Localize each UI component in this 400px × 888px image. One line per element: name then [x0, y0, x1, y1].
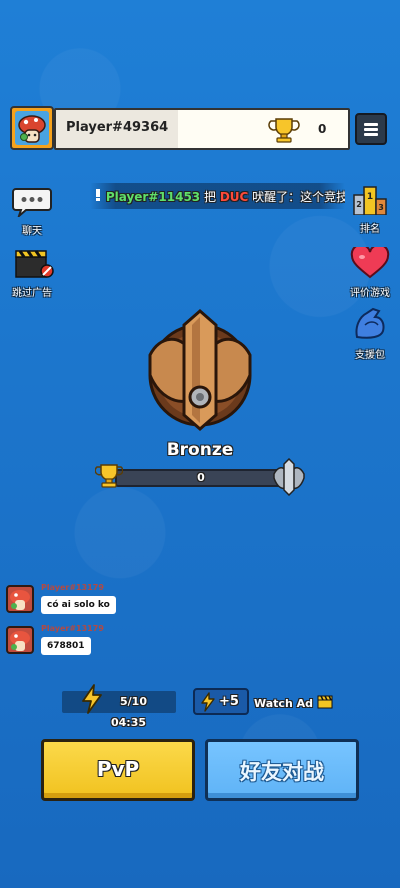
ticker-verb: 把 [203, 190, 216, 204]
chat-username: Player#13179 [41, 624, 104, 633]
chat-bubble-icon [12, 188, 52, 220]
player-header: Player#49364 0 [10, 106, 350, 152]
svg-text:1: 1 [367, 192, 373, 202]
rank-progress-value: 0 [197, 471, 205, 484]
chat-avatar[interactable] [6, 626, 34, 654]
mushroom-avatar-icon [10, 590, 30, 610]
ticker-text: Player#11453 把 DUC 吠醒了：这个竞技场 [94, 188, 345, 205]
ticker-message: 吠醒了：这个竞技场 [252, 190, 345, 204]
support-pack-label: 支援包 [355, 350, 385, 361]
svg-text:3: 3 [378, 203, 384, 212]
bronze-rank-emblem-icon [148, 309, 252, 431]
mushroom-avatar-icon [18, 115, 46, 143]
friend-battle-label: 好友对战 [240, 760, 324, 784]
watch-ad-text: Watch Ad [254, 697, 313, 710]
silver-rank-icon [273, 458, 305, 496]
trophy-count: 0 [318, 122, 327, 136]
chat-text: 678801 [41, 637, 91, 655]
leaderboard-button[interactable]: 1 2 3 排名 [340, 185, 400, 235]
exclamation-icon [96, 189, 100, 201]
rate-game-label: 评价游戏 [350, 288, 390, 299]
chat-username: Player#13179 [41, 583, 104, 592]
chat-text: có ai solo ko [41, 596, 116, 614]
energy-timer: 04:35 [111, 716, 147, 729]
watch-ad-button[interactable]: +5 [193, 688, 249, 715]
player-info-panel: Player#49364 0 [54, 108, 350, 150]
watch-ad-label[interactable]: Watch Ad [254, 695, 333, 710]
news-ticker: Player#11453 把 DUC 吠醒了：这个竞技场 [90, 183, 345, 209]
support-pack-button[interactable]: 支援包 [340, 305, 400, 361]
skip-ad-label: 跳过广告 [12, 288, 52, 299]
leaderboard-label: 排名 [360, 224, 380, 235]
skip-ad-button[interactable]: 跳过广告 [2, 247, 62, 299]
watch-ad-bonus: +5 [219, 694, 239, 709]
energy-value: 5/10 [120, 695, 147, 708]
rate-game-button[interactable]: 评价游戏 [340, 243, 400, 299]
clapperboard-icon [15, 250, 54, 278]
svg-text:2: 2 [356, 200, 362, 209]
lightning-icon [201, 692, 215, 712]
mushroom-avatar-icon [10, 631, 30, 651]
player-name: Player#49364 [66, 120, 169, 135]
rank-name: Bronze [166, 440, 234, 460]
heart-icon [350, 243, 390, 279]
friend-battle-button[interactable]: 好友对战 [205, 739, 359, 801]
ticker-target: DUC [219, 190, 249, 204]
bicep-icon [355, 307, 385, 339]
chat-avatar[interactable] [6, 585, 34, 613]
chat-button[interactable]: 聊天 [2, 185, 62, 237]
trophy-icon [268, 118, 300, 143]
trophy-icon [95, 464, 123, 488]
pvp-button[interactable]: PvP [41, 739, 195, 801]
ticker-player: Player#11453 [105, 190, 201, 204]
podium-icon: 1 2 3 [353, 186, 387, 216]
pvp-label: PvP [96, 757, 140, 781]
clapperboard-icon [317, 695, 333, 709]
lightning-icon [82, 684, 102, 714]
menu-button[interactable] [355, 113, 387, 145]
chat-label: 聊天 [22, 226, 42, 237]
avatar[interactable] [10, 106, 54, 150]
rank-progress-bar: 0 [115, 469, 287, 487]
